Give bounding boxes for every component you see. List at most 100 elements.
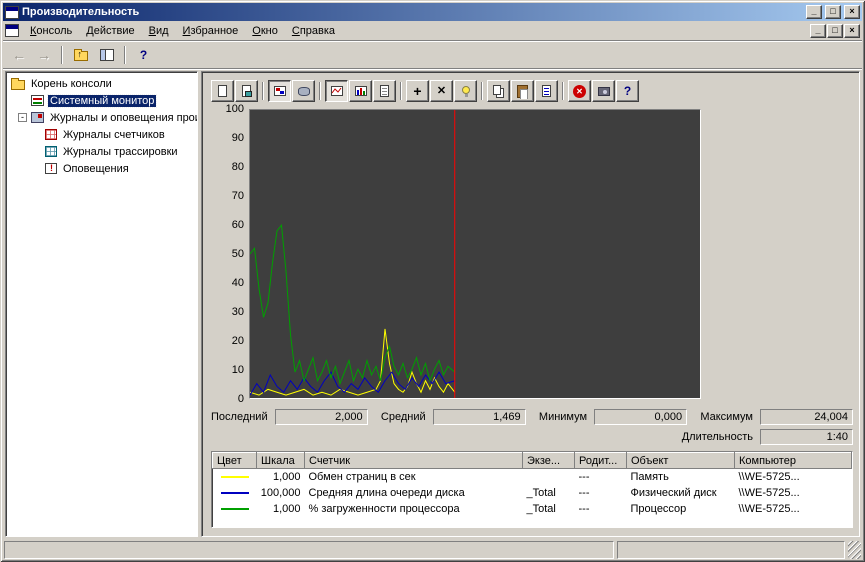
parent-cell: --- <box>575 501 627 517</box>
column-instance[interactable]: Экзе... <box>523 453 575 469</box>
collapse-expander-icon[interactable]: - <box>18 113 27 122</box>
scale-cell: 1,000 <box>257 501 305 517</box>
tree-item-console-root[interactable]: Корень консоли <box>7 75 196 92</box>
y-axis-tick: 70 <box>232 190 244 202</box>
view-log-data-button[interactable] <box>292 80 315 102</box>
toolbar-separator <box>319 82 321 100</box>
y-axis-tick: 0 <box>238 393 244 405</box>
mdi-minimize-button[interactable]: _ <box>810 24 826 38</box>
camera-icon <box>598 87 610 96</box>
performance-window: Производительность _ □ × Консоль Действи… <box>0 0 865 562</box>
tree-item-label: Журналы трассировки <box>61 146 180 158</box>
tree-panes-icon <box>100 49 114 61</box>
histogram-icon <box>355 86 367 96</box>
line-graph-icon <box>331 86 343 96</box>
menu-favorites[interactable]: Избранное <box>176 22 246 40</box>
column-scale[interactable]: Шкала <box>257 453 305 469</box>
tree-item-label: Корень консоли <box>29 78 114 90</box>
menu-window[interactable]: Окно <box>245 22 285 40</box>
mdi-restore-button[interactable]: □ <box>827 24 843 38</box>
tree-item-logs-alerts[interactable]: - Журналы и оповещения прои <box>7 109 196 126</box>
delete-icon: ✕ <box>437 86 446 97</box>
mdi-close-button[interactable]: × <box>844 24 860 38</box>
computer-cell: \\WE-5725... <box>735 469 852 485</box>
app-icon <box>5 6 19 19</box>
tree-item-system-monitor[interactable]: Системный монитор <box>7 92 196 109</box>
view-current-activity-button[interactable] <box>268 80 291 102</box>
column-color[interactable]: Цвет <box>213 453 257 469</box>
scale-cell: 1,000 <box>257 469 305 485</box>
menu-view[interactable]: Вид <box>142 22 176 40</box>
column-computer[interactable]: Компьютер <box>735 453 852 469</box>
stop-icon: ✕ <box>573 85 586 98</box>
y-axis-tick: 90 <box>232 132 244 144</box>
highlight-button[interactable] <box>454 80 477 102</box>
graph-series-svg <box>250 110 700 398</box>
help-button[interactable]: ? <box>132 44 155 66</box>
console-tree: Корень консоли Системный монитор - Журна… <box>5 71 198 537</box>
forward-button[interactable]: → <box>33 47 55 63</box>
console-window-icon[interactable] <box>5 24 19 37</box>
legend-row[interactable]: 1,000 % загруженности процессора _Total … <box>213 501 852 517</box>
up-one-level-button[interactable]: ↑ <box>69 44 92 66</box>
new-counter-set-button[interactable] <box>211 80 234 102</box>
minimize-button[interactable]: _ <box>806 5 822 19</box>
freeze-display-button[interactable]: ✕ <box>568 80 591 102</box>
view-histogram-button[interactable] <box>349 80 372 102</box>
last-label: Последний <box>211 411 268 423</box>
monitor-help-button[interactable]: ? <box>616 80 639 102</box>
menu-console[interactable]: Консоль <box>23 22 79 40</box>
last-value-field: 2,000 <box>275 409 368 425</box>
properties-button[interactable] <box>535 80 558 102</box>
parent-cell: --- <box>575 469 627 485</box>
graph-plot <box>249 109 701 399</box>
lightbulb-icon <box>462 86 470 94</box>
toolbar-separator <box>481 82 483 100</box>
maximize-button[interactable]: □ <box>825 5 841 19</box>
delete-counter-button[interactable]: ✕ <box>430 80 453 102</box>
counter-cell: Средняя длина очереди диска <box>305 485 523 501</box>
stats-row: Последний 2,000 Средний 1,469 Минимум 0,… <box>211 409 853 425</box>
current-activity-icon <box>274 86 286 96</box>
counter-cell: % загруженности процессора <box>305 501 523 517</box>
tree-item-counter-logs[interactable]: Журналы счетчиков <box>7 126 196 143</box>
menu-help[interactable]: Справка <box>285 22 342 40</box>
tree-item-label-selected: Системный монитор <box>48 95 156 107</box>
resize-grip[interactable] <box>848 541 861 559</box>
folder-icon <box>11 80 25 90</box>
add-counter-button[interactable]: + <box>406 80 429 102</box>
legend-row[interactable]: 1,000 Обмен страниц в сек --- Память \\W… <box>213 469 852 485</box>
counter-logs-icon <box>45 129 57 140</box>
back-button[interactable]: ← <box>8 47 30 63</box>
column-parent[interactable]: Родит... <box>575 453 627 469</box>
view-graph-button[interactable] <box>325 80 348 102</box>
legend-row[interactable]: 100,000 Средняя длина очереди диска _Tot… <box>213 485 852 501</box>
menu-bar: Консоль Действие Вид Избранное Окно Спра… <box>3 21 862 41</box>
help-icon: ? <box>140 48 147 62</box>
column-counter[interactable]: Счетчик <box>305 453 523 469</box>
system-monitor-icon <box>31 95 44 106</box>
view-report-button[interactable] <box>373 80 396 102</box>
instance-cell: _Total <box>523 485 575 501</box>
tree-item-alerts[interactable]: Оповещения <box>7 160 196 177</box>
clear-display-button[interactable] <box>235 80 258 102</box>
maximum-label: Максимум <box>700 411 753 423</box>
toolbar-separator <box>61 46 63 64</box>
window-title: Производительность <box>22 6 803 18</box>
copy-properties-button[interactable] <box>487 80 510 102</box>
log-database-icon <box>298 87 310 96</box>
toolbar-separator <box>562 82 564 100</box>
close-button[interactable]: × <box>844 5 860 19</box>
show-hide-tree-button[interactable] <box>95 44 118 66</box>
maximum-value-field: 24,004 <box>760 409 853 425</box>
chart-area: 1009080706050403020100 <box>211 109 853 399</box>
column-object[interactable]: Объект <box>627 453 735 469</box>
paste-counter-list-button[interactable] <box>511 80 534 102</box>
update-data-button[interactable] <box>592 80 615 102</box>
tree-item-trace-logs[interactable]: Журналы трассировки <box>7 143 196 160</box>
duration-row: Длительность 1:40 <box>211 429 853 445</box>
tree-item-label: Журналы и оповещения прои <box>48 112 198 124</box>
y-axis-tick: 30 <box>232 306 244 318</box>
paste-clipboard-icon <box>517 85 528 98</box>
menu-action[interactable]: Действие <box>79 22 141 40</box>
